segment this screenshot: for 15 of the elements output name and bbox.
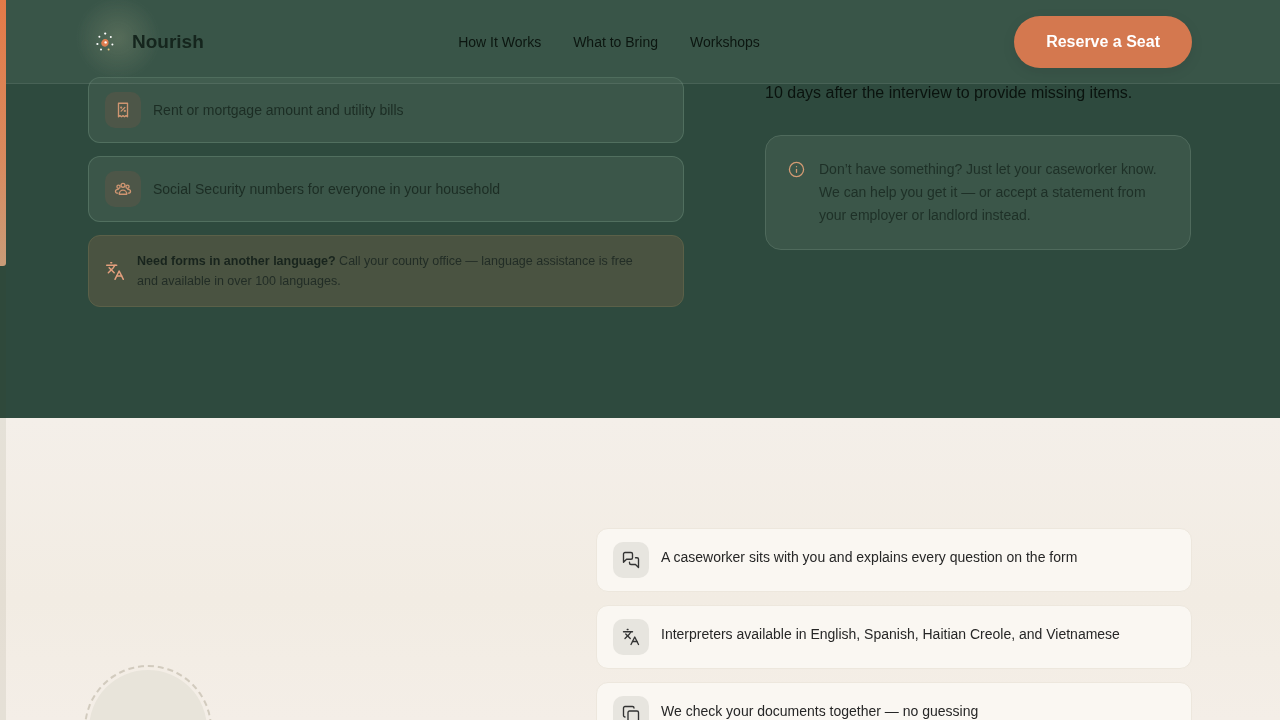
feature-text: Interpreters available in English, Spanish, Haitian Creole, and Vietnamese (661, 625, 1120, 643)
nav-link[interactable]: How It Works (458, 33, 542, 50)
receipt-icon (105, 92, 141, 128)
translate-icon (105, 261, 125, 281)
dotted-logo-icon (96, 32, 114, 51)
reserve-button[interactable]: Reserve a Seat (1014, 15, 1192, 68)
chat-bubbles-icon (613, 542, 649, 578)
nav-link[interactable]: What to Bring (573, 33, 658, 50)
logo-link[interactable]: Nourish (96, 30, 204, 53)
feature-text: We check your documents together — no guessing (661, 702, 979, 720)
feature-text: A caseworker sits with you and explains every question on the form (661, 548, 1078, 566)
nav-link[interactable]: Workshops (689, 33, 760, 50)
people-icon (105, 171, 141, 207)
translate-icon (613, 619, 649, 655)
info-icon (788, 161, 805, 178)
